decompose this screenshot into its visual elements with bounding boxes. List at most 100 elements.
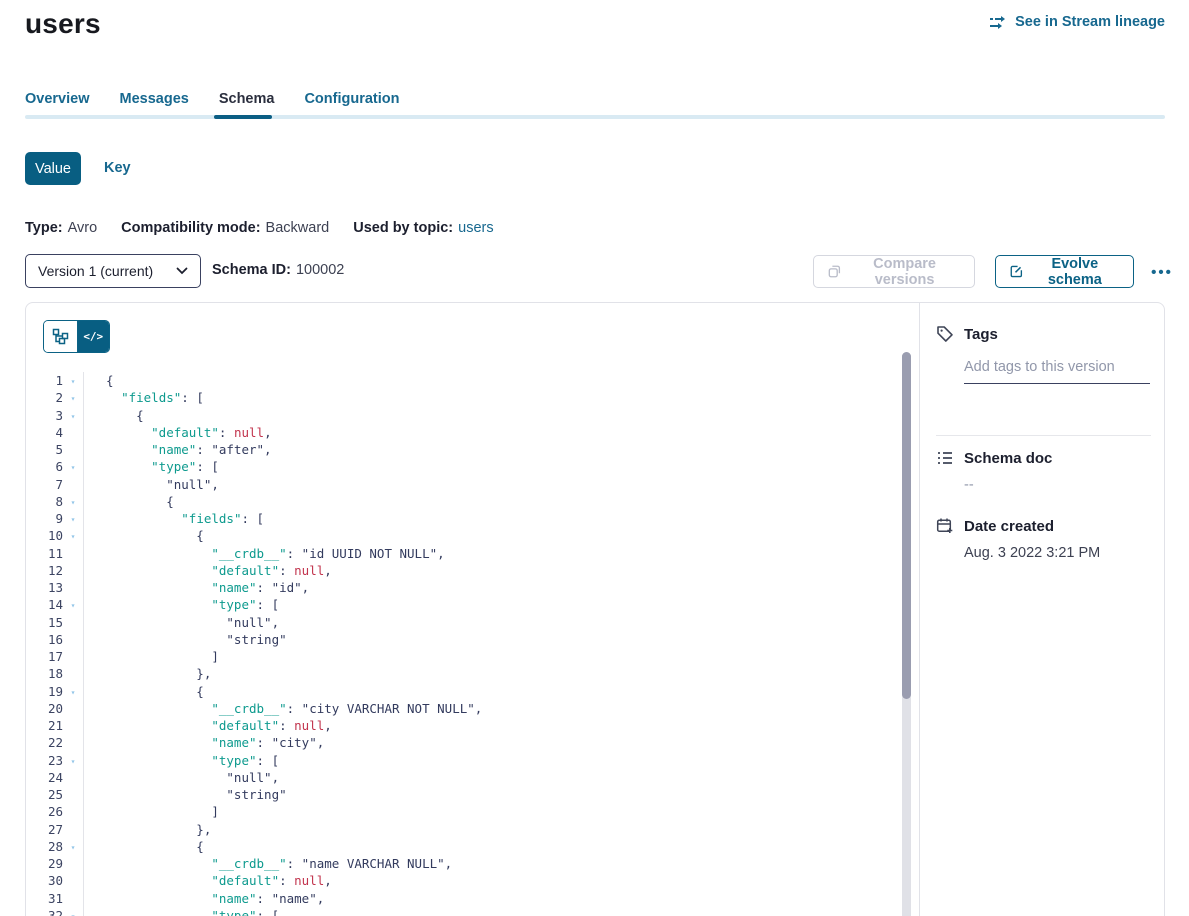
code-text: "name": "after", [83, 441, 272, 458]
code-line: 25 "string" [26, 786, 902, 803]
fold-toggle-icon[interactable]: ▾ [63, 493, 83, 510]
version-select[interactable]: Version 1 (current) [25, 254, 201, 288]
code-text: ] [83, 803, 219, 820]
fold-toggle-icon[interactable]: ▾ [63, 389, 83, 406]
line-number: 3 [26, 407, 63, 424]
fold-spacer [63, 786, 83, 803]
fold-toggle-icon[interactable]: ▾ [63, 907, 83, 916]
tag-icon [936, 325, 954, 343]
code-line: 13 "name": "id", [26, 579, 902, 596]
code-text: "null", [83, 476, 219, 493]
fold-toggle-icon[interactable]: ▾ [63, 596, 83, 613]
line-number: 1 [26, 372, 63, 389]
line-number: 20 [26, 700, 63, 717]
sidebar-divider [936, 435, 1151, 436]
tags-section: Tags [936, 325, 1150, 384]
schema-id-field: Schema ID:100002 [212, 262, 344, 278]
code-line: 30 "default": null, [26, 872, 902, 889]
tab-overview[interactable]: Overview [25, 91, 90, 113]
code-line: 1▾{ [26, 372, 902, 389]
code-line: 8▾ { [26, 493, 902, 510]
code-text: "type": [ [83, 907, 279, 916]
code-text: { [83, 407, 144, 424]
line-number: 16 [26, 631, 63, 648]
fold-spacer [63, 614, 83, 631]
date-created-heading: Date created [964, 518, 1054, 535]
copy-icon [828, 264, 841, 279]
date-created-value: Aug. 3 2022 3:21 PM [964, 545, 1150, 561]
line-number: 22 [26, 734, 63, 751]
code-text: "name": "city", [83, 734, 324, 751]
fold-spacer [63, 872, 83, 889]
code-view-button[interactable]: </> [77, 321, 110, 352]
version-select-value: Version 1 (current) [38, 263, 168, 279]
code-text: "default": null, [83, 717, 332, 734]
code-line: 21 "default": null, [26, 717, 902, 734]
schema-sidebar: Tags Schema doc -- [920, 303, 1166, 916]
fold-spacer [63, 545, 83, 562]
evolve-schema-button[interactable]: Evolve schema [995, 255, 1134, 288]
code-line: 7 "null", [26, 476, 902, 493]
code-line: 26 ] [26, 803, 902, 820]
tags-heading: Tags [964, 326, 998, 343]
tree-view-icon [52, 328, 69, 345]
tab-messages[interactable]: Messages [120, 91, 189, 113]
code-line: 23▾ "type": [ [26, 752, 902, 769]
code-line: 12 "default": null, [26, 562, 902, 579]
code-line: 3▾ { [26, 407, 902, 424]
line-number: 31 [26, 890, 63, 907]
more-options-button[interactable]: ••• [1146, 256, 1178, 288]
code-view-icon: </> [83, 330, 103, 343]
fold-toggle-icon[interactable]: ▾ [63, 458, 83, 475]
code-line: 14▾ "type": [ [26, 596, 902, 613]
line-number: 30 [26, 872, 63, 889]
tab-schema[interactable]: Schema [219, 91, 275, 113]
fold-toggle-icon[interactable]: ▾ [63, 752, 83, 769]
fold-spacer [63, 821, 83, 838]
line-number: 2 [26, 389, 63, 406]
line-number: 19 [26, 683, 63, 700]
topic-link[interactable]: users [458, 220, 493, 236]
line-number: 21 [26, 717, 63, 734]
line-number: 25 [26, 786, 63, 803]
editor-scrollbar-thumb[interactable] [902, 352, 911, 699]
code-text: "null", [83, 614, 279, 631]
line-number: 24 [26, 769, 63, 786]
tab-configuration[interactable]: Configuration [304, 91, 399, 113]
code-text: ] [83, 648, 219, 665]
line-number: 11 [26, 545, 63, 562]
fold-toggle-icon[interactable]: ▾ [63, 510, 83, 527]
line-number: 10 [26, 527, 63, 544]
fold-spacer [63, 855, 83, 872]
line-number: 17 [26, 648, 63, 665]
fold-spacer [63, 769, 83, 786]
chevron-down-icon [176, 267, 188, 275]
code-line: 2▾ "fields": [ [26, 389, 902, 406]
fold-spacer [63, 734, 83, 751]
code-line: 17 ] [26, 648, 902, 665]
code-line: 24 "null", [26, 769, 902, 786]
fold-toggle-icon[interactable]: ▾ [63, 527, 83, 544]
type-label: Type: [25, 220, 63, 236]
compare-versions-button[interactable]: Compare versions [813, 255, 975, 288]
compatibility-label: Compatibility mode: [121, 220, 260, 236]
code-line: 11 "__crdb__": "id UUID NOT NULL", [26, 545, 902, 562]
tree-view-button[interactable] [44, 321, 77, 352]
code-text: }, [83, 665, 211, 682]
value-toggle-button[interactable]: Value [25, 152, 81, 185]
fold-toggle-icon[interactable]: ▾ [63, 407, 83, 424]
fold-toggle-icon[interactable]: ▾ [63, 838, 83, 855]
fold-toggle-icon[interactable]: ▾ [63, 683, 83, 700]
calendar-icon [936, 517, 954, 535]
code-line: 10▾ { [26, 527, 902, 544]
code-line: 18 }, [26, 665, 902, 682]
fold-spacer [63, 579, 83, 596]
fold-toggle-icon[interactable]: ▾ [63, 372, 83, 389]
code-text: "default": null, [83, 424, 272, 441]
type-value: Avro [68, 220, 98, 236]
tags-input[interactable] [964, 357, 1150, 384]
code-text: { [83, 372, 114, 389]
key-toggle-link[interactable]: Key [104, 160, 131, 176]
stream-lineage-link[interactable]: See in Stream lineage [989, 14, 1165, 30]
code-text: "fields": [ [83, 510, 264, 527]
